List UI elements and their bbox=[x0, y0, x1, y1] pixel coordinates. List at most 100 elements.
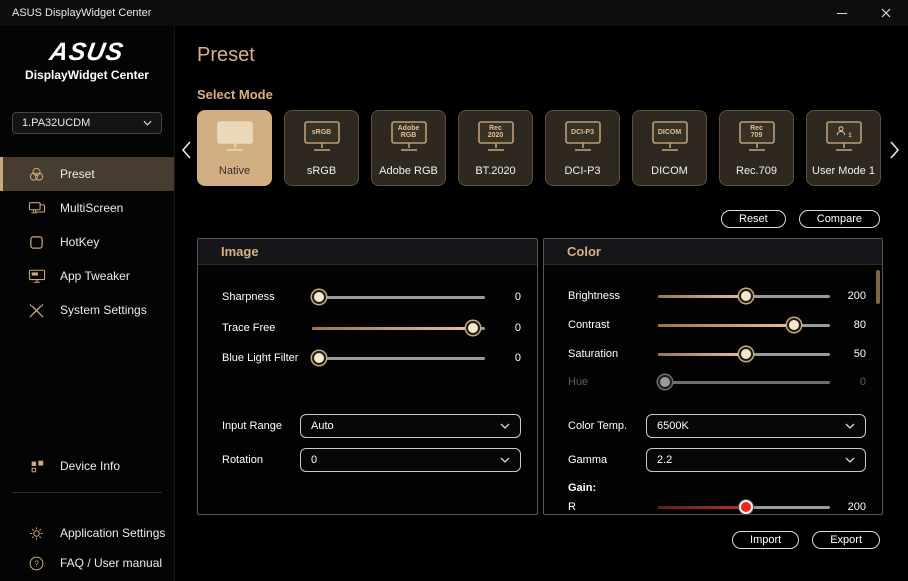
mode-card-label: sRGB bbox=[285, 165, 358, 177]
main-content: Preset Select Mode NativesRGBsRGBAdobe R… bbox=[176, 26, 908, 581]
slider-handle[interactable] bbox=[658, 375, 672, 389]
device-info-icon bbox=[27, 457, 46, 476]
slider-handle[interactable] bbox=[739, 347, 753, 361]
mode-card-list: NativesRGBsRGBAdobe RGBAdobe RGBRec 2020… bbox=[197, 110, 881, 186]
mode-screen-label: Rec 709 bbox=[742, 124, 772, 140]
slider-value: 0 bbox=[485, 322, 521, 334]
saturation-slider[interactable] bbox=[658, 346, 830, 362]
mode-card-label: Native bbox=[198, 165, 271, 177]
rotation-dropdown[interactable]: 0 bbox=[300, 448, 521, 472]
sidebar-item-application-settings[interactable]: Application Settings bbox=[0, 518, 174, 548]
dropdown-row-input-range: Input RangeAuto bbox=[198, 414, 537, 438]
slider-handle[interactable] bbox=[739, 289, 753, 303]
hue-slider[interactable] bbox=[658, 374, 830, 390]
slider-track bbox=[658, 506, 830, 509]
import-button[interactable]: Import bbox=[732, 531, 799, 549]
asus-logo: ASUS bbox=[48, 38, 127, 67]
slider-track bbox=[658, 324, 830, 327]
dropdown-value: 0 bbox=[311, 454, 317, 466]
slider-value: 200 bbox=[830, 290, 866, 302]
dropdown-label: Color Temp. bbox=[568, 420, 646, 432]
slider-handle[interactable] bbox=[787, 318, 801, 332]
sidebar-item-label: System Settings bbox=[60, 303, 147, 317]
window-title: ASUS DisplayWidget Center bbox=[12, 7, 151, 19]
minimize-icon bbox=[837, 13, 847, 14]
compare-button[interactable]: Compare bbox=[799, 210, 880, 228]
dropdown-value: 6500K bbox=[657, 420, 689, 432]
reset-button[interactable]: Reset bbox=[721, 210, 786, 228]
dropdown-row-color-temp: Color Temp. 6500K bbox=[544, 414, 882, 438]
blue-light-filter-slider[interactable] bbox=[312, 350, 485, 366]
slider-handle[interactable] bbox=[466, 321, 480, 335]
monitor-selector-dropdown[interactable]: 1.PA32UCDM bbox=[12, 112, 162, 134]
dropdown-row-gamma: Gamma2.2 bbox=[544, 448, 882, 472]
hotkey-icon bbox=[27, 233, 46, 252]
contrast-slider[interactable] bbox=[658, 317, 830, 333]
slider-row-trace-free: Trace Free0 bbox=[198, 316, 537, 340]
mode-card-label: Rec.709 bbox=[720, 165, 793, 177]
color-panel-title: Color bbox=[544, 239, 882, 265]
slider-handle[interactable] bbox=[312, 290, 326, 304]
sidebar-item-faq-user-manual[interactable]: ?FAQ / User manual bbox=[0, 548, 174, 578]
mode-screen-label: Rec 2020 bbox=[481, 124, 511, 140]
minimize-button[interactable] bbox=[820, 0, 864, 26]
mode-screen-label: DICOM bbox=[655, 124, 685, 140]
gain-label: Gain: bbox=[568, 480, 596, 496]
sidebar-item-system-settings[interactable]: System Settings bbox=[0, 293, 174, 327]
slider-track bbox=[658, 381, 830, 384]
sidebar-item-preset[interactable]: Preset bbox=[0, 157, 174, 191]
sidebar-item-label: Device Info bbox=[60, 459, 120, 473]
brightness-slider[interactable] bbox=[658, 288, 830, 304]
gear-icon bbox=[27, 524, 46, 543]
sidebar-device-info-group: Device Info bbox=[0, 449, 174, 483]
sidebar-item-hotkey[interactable]: HotKey bbox=[0, 225, 174, 259]
mode-card-adobe-rgb[interactable]: Adobe RGBAdobe RGB bbox=[371, 110, 446, 186]
page-title: Preset bbox=[197, 44, 255, 67]
slider-value: 80 bbox=[830, 319, 866, 331]
mode-card-bt-2020[interactable]: Rec 2020BT.2020 bbox=[458, 110, 533, 186]
slider-row-sharpness: Sharpness0 bbox=[198, 285, 537, 309]
mode-screen-label: Adobe RGB bbox=[394, 124, 424, 140]
trace-free-slider[interactable] bbox=[312, 320, 485, 336]
sidebar-item-multiscreen[interactable]: MultiScreen bbox=[0, 191, 174, 225]
slider-value: 0 bbox=[485, 352, 521, 364]
carousel-right-button[interactable] bbox=[886, 136, 902, 164]
sidebar-footer: Application Settings?FAQ / User manual bbox=[0, 518, 174, 578]
select-mode-label: Select Mode bbox=[197, 87, 273, 102]
slider-track bbox=[312, 327, 485, 330]
monitor-icon: DICOM bbox=[647, 120, 693, 156]
monitor-icon: Rec 709 bbox=[734, 120, 780, 156]
r-slider[interactable] bbox=[658, 499, 830, 515]
input-range-dropdown[interactable]: Auto bbox=[300, 414, 521, 438]
sidebar-item-device-info[interactable]: Device Info bbox=[0, 449, 174, 483]
sharpness-slider[interactable] bbox=[312, 289, 485, 305]
mode-card-dicom[interactable]: DICOMDICOM bbox=[632, 110, 707, 186]
gamma-dropdown[interactable]: 2.2 bbox=[646, 448, 866, 472]
export-button[interactable]: Export bbox=[812, 531, 880, 549]
dropdown-label: Rotation bbox=[222, 454, 300, 466]
slider-row-r: R200 bbox=[544, 495, 882, 519]
slider-label: Contrast bbox=[568, 319, 658, 331]
close-button[interactable] bbox=[864, 0, 908, 26]
chevron-down-icon bbox=[845, 423, 855, 429]
carousel-left-button[interactable] bbox=[178, 136, 194, 164]
slider-track bbox=[312, 357, 485, 360]
mode-card-dci-p3[interactable]: DCI-P3DCI-P3 bbox=[545, 110, 620, 186]
mode-screen-label: 1 bbox=[829, 124, 859, 140]
mode-card-rec-709[interactable]: Rec 709 Rec.709 bbox=[719, 110, 794, 186]
slider-value: 0 bbox=[830, 376, 866, 388]
sidebar: ASUS DisplayWidget Center 1.PA32UCDM Pre… bbox=[0, 26, 175, 581]
slider-fill bbox=[312, 327, 473, 330]
mode-screen-label bbox=[220, 124, 250, 140]
slider-value: 200 bbox=[830, 501, 866, 513]
mode-card-user-mode-1[interactable]: 1User Mode 1 bbox=[806, 110, 881, 186]
mode-card-srgb[interactable]: sRGBsRGB bbox=[284, 110, 359, 186]
mode-card-native[interactable]: Native bbox=[197, 110, 272, 186]
slider-handle[interactable] bbox=[312, 351, 326, 365]
slider-handle[interactable] bbox=[739, 500, 753, 514]
slider-fill bbox=[658, 295, 746, 298]
slider-fill bbox=[658, 353, 746, 356]
image-panel: Image Sharpness0Trace Free0Blue Light Fi… bbox=[197, 238, 538, 515]
color-temp-dropdown[interactable]: 6500K bbox=[646, 414, 866, 438]
sidebar-item-app-tweaker[interactable]: App Tweaker bbox=[0, 259, 174, 293]
